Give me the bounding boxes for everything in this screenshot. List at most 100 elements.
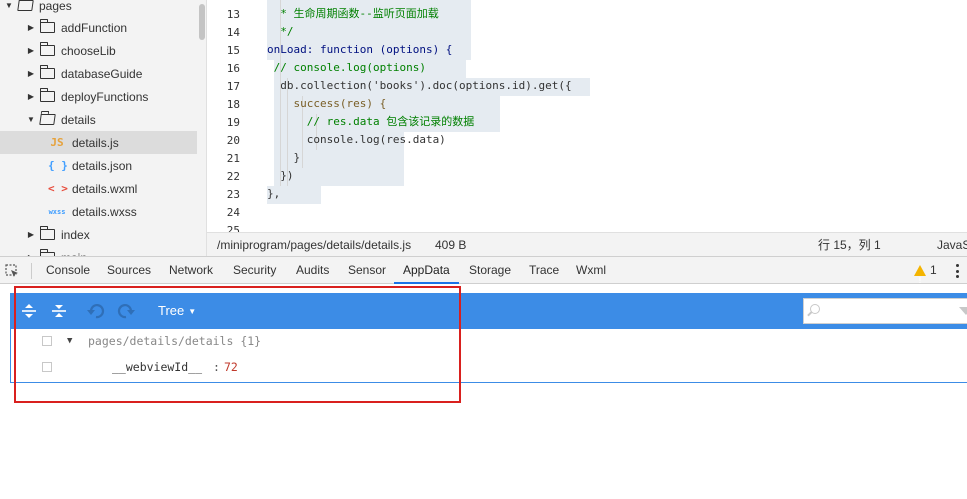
tree-item-label: chooseLib <box>61 43 116 58</box>
caret-down-icon: ▼ <box>188 306 197 316</box>
line-number: 16 <box>226 61 240 75</box>
json-file-icon: { } <box>48 159 68 172</box>
code-text: }) <box>267 169 294 182</box>
code-text: // res.data 包含该记录的数据 <box>267 115 475 128</box>
tree-file-details-js[interactable]: JS details.js <box>0 131 197 154</box>
code-editor[interactable]: 13 * 生命周期函数--监听页面加载 14 */ 15 onLoad: fun… <box>207 0 967 232</box>
tree-scrollbar[interactable] <box>199 4 205 40</box>
code-line: 22 }) <box>207 167 967 185</box>
tree-root-row[interactable]: ▼ pages/details/details {1} <box>11 328 967 354</box>
tree-item-label: details.js <box>72 135 119 150</box>
appdata-panel: Tree ▼ ▼ pages/details/details {1} __webv… <box>10 293 967 383</box>
more-options-icon[interactable] <box>952 264 962 278</box>
search-dropdown-icon[interactable] <box>959 307 967 315</box>
tab-audits[interactable]: Audits <box>296 257 329 284</box>
warning-badge[interactable]: ! 1 <box>914 257 937 285</box>
view-mode-dropdown[interactable]: Tree ▼ <box>158 293 196 329</box>
row-checkbox[interactable] <box>42 362 52 372</box>
tree-item-label: databaseGuide <box>61 66 143 81</box>
code-text: }, <box>267 187 281 200</box>
code-line: 17 db.collection('books').doc(options.id… <box>207 77 967 95</box>
tab-security[interactable]: Security <box>233 257 276 284</box>
entry-value[interactable]: 72 <box>224 360 238 374</box>
tree-item-label: details.wxml <box>72 181 138 196</box>
line-number: 23 <box>226 187 240 201</box>
tree-folder-chooselib[interactable]: ▶ chooseLib <box>0 39 197 62</box>
folder-icon <box>39 19 55 33</box>
line-number: 25 <box>226 223 240 233</box>
expand-all-icon[interactable] <box>19 293 39 329</box>
tree-file-details-wxss[interactable]: wxss details.wxss <box>0 200 197 223</box>
tree-item-label: details <box>61 112 96 127</box>
js-file-icon: JS <box>50 136 64 149</box>
tab-appdata[interactable]: AppData <box>403 257 450 284</box>
tab-trace[interactable]: Trace <box>529 257 559 284</box>
tab-console[interactable]: Console <box>46 257 90 284</box>
code-text: db.collection('books').doc(options.id).g… <box>267 79 572 92</box>
row-checkbox[interactable] <box>42 336 52 346</box>
code-line: 13 * 生命周期函数--监听页面加载 <box>207 5 967 23</box>
chevron-right-icon[interactable]: ▶ <box>26 230 36 239</box>
line-number: 22 <box>226 169 240 183</box>
line-number: 14 <box>226 25 240 39</box>
appdata-search-input[interactable] <box>803 298 967 324</box>
tree-folder-main[interactable]: ▶ main <box>0 246 197 256</box>
folder-open-icon <box>39 114 56 125</box>
undo-icon[interactable] <box>86 293 106 329</box>
wxml-file-icon: < > <box>48 182 68 195</box>
redo-icon[interactable] <box>116 293 136 329</box>
code-text: success(res) { <box>267 97 387 110</box>
file-explorer: ▼ pages ▶ addFunction ▶ chooseLib ▶ data… <box>0 0 207 256</box>
tab-network[interactable]: Network <box>169 257 213 284</box>
devtools-tab-bar: Console Sources Network Security Audits … <box>0 256 967 285</box>
code-line: 25 <box>207 221 967 233</box>
chevron-right-icon[interactable]: ▶ <box>26 69 36 78</box>
tree-folder-pages[interactable]: ▼ pages <box>0 0 197 17</box>
collapse-triangle-icon[interactable]: ▼ <box>67 336 72 346</box>
tree-file-details-wxml[interactable]: < > details.wxml <box>0 177 197 200</box>
inspect-element-icon[interactable] <box>5 264 19 278</box>
tree-folder-addfunction[interactable]: ▶ addFunction <box>0 16 197 39</box>
tree-file-details-json[interactable]: { } details.json <box>0 154 197 177</box>
code-line: 15 onLoad: function (options) { <box>207 41 967 59</box>
code-line: 20 console.log(res.data) <box>207 131 967 149</box>
wxss-file-icon: wxss <box>48 207 66 216</box>
tab-wxml[interactable]: Wxml <box>576 257 606 284</box>
line-number: 19 <box>226 115 240 129</box>
status-language[interactable]: JavaScript <box>937 238 967 252</box>
tree-folder-deployfunctions[interactable]: ▶ deployFunctions <box>0 85 197 108</box>
editor-status-bar: /miniprogram/pages/details/details.js 40… <box>207 232 967 256</box>
code-line: 21 } <box>207 149 967 167</box>
code-line: 23 }, <box>207 185 967 203</box>
chevron-right-icon[interactable]: ▶ <box>26 92 36 101</box>
chevron-down-icon[interactable]: ▼ <box>26 115 36 124</box>
tab-sensor[interactable]: Sensor <box>348 257 386 284</box>
code-text: * 生命周期函数--监听页面加载 <box>267 7 439 20</box>
tab-sources[interactable]: Sources <box>107 257 151 284</box>
tree-item-label: details.json <box>72 158 133 173</box>
line-number: 24 <box>226 205 240 219</box>
chevron-down-icon[interactable]: ▼ <box>4 1 14 10</box>
chevron-right-icon[interactable]: ▶ <box>26 23 36 32</box>
tree-item-label: deployFunctions <box>61 89 149 104</box>
folder-icon <box>39 65 55 79</box>
status-cursor-position[interactable]: 行 15，列 1 <box>818 236 881 253</box>
view-mode-label: Tree <box>158 303 185 318</box>
tree-folder-databaseguide[interactable]: ▶ databaseGuide <box>0 62 197 85</box>
line-number: 21 <box>226 151 240 165</box>
line-number: 17 <box>226 79 240 93</box>
tree-folder-index[interactable]: ▶ index <box>0 223 197 246</box>
tree-item-label: pages <box>39 0 72 13</box>
data-entry-row[interactable]: __webviewId__ : 72 <box>11 354 967 380</box>
tree-folder-details[interactable]: ▼ details <box>0 108 197 131</box>
entry-separator: : <box>213 360 220 374</box>
tree-item-label: index <box>61 227 90 242</box>
tab-storage[interactable]: Storage <box>469 257 511 284</box>
line-number: 20 <box>226 133 240 147</box>
status-file-size: 409 B <box>435 237 467 252</box>
entry-key[interactable]: __webviewId__ <box>112 360 202 374</box>
collapse-all-icon[interactable] <box>49 293 69 329</box>
line-number: 18 <box>226 97 240 111</box>
folder-icon <box>39 226 55 240</box>
chevron-right-icon[interactable]: ▶ <box>26 46 36 55</box>
